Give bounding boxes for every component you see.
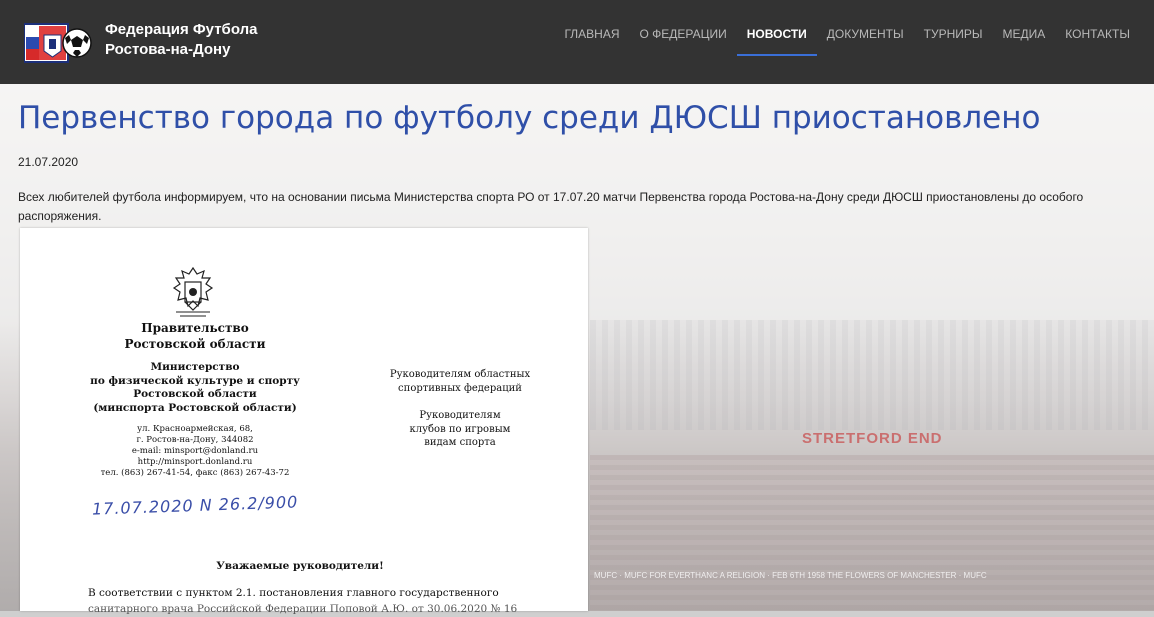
letter-government: Правительство Ростовской области xyxy=(40,320,350,352)
federation-logo-icon[interactable] xyxy=(24,21,92,65)
ministry-line-2: по физической культуре и спорту xyxy=(90,374,300,387)
address-line-1: ул. Красноармейская, 68, xyxy=(137,424,253,434)
letter-recipients: Руководителям областных спортивных федер… xyxy=(340,368,580,450)
letter-address: ул. Красноармейская, 68, г. Ростов-на-До… xyxy=(40,424,350,479)
letter-body-line-2: санитарного врача Российской Федерации П… xyxy=(88,603,518,615)
letter-body-line-1: В соответствии с пунктом 2.1. постановле… xyxy=(88,587,499,599)
ministry-line-3: Ростовской области xyxy=(133,388,257,400)
address-line-3: e-mail: minsport@donland.ru xyxy=(131,446,259,456)
brand-name[interactable]: Федерация Футбола Ростова-на-Дону xyxy=(105,20,257,60)
nav-item-about[interactable]: О ФЕДЕРАЦИИ xyxy=(630,0,737,84)
ministry-line-4: (минспорта Ростовской области) xyxy=(93,401,297,414)
site-header: Федерация Футбола Ростова-на-Дону ГЛАВНА… xyxy=(0,0,1154,84)
brand-line-2: Ростова-на-Дону xyxy=(105,41,231,58)
letter-ministry: Министерство по физической культуре и сп… xyxy=(40,361,350,415)
nav-item-tournaments[interactable]: ТУРНИРЫ xyxy=(914,0,993,84)
stand-sign: STRETFORD END xyxy=(802,430,943,447)
address-line-2: г. Ростов-на-Дону, 344082 xyxy=(136,435,254,445)
gov-line-1: Правительство xyxy=(141,321,249,335)
recipient-2-line-2: клубов по игровым xyxy=(409,423,511,435)
address-line-5: тел. (863) 267-41-54, факс (863) 267-43-… xyxy=(100,468,290,478)
recipient-1-line-1: Руководителям областных xyxy=(389,369,531,380)
nav-item-contacts[interactable]: КОНТАКТЫ xyxy=(1055,0,1140,84)
brand-line-1: Федерация Футбола xyxy=(105,21,258,38)
ministry-line-1: Министерство xyxy=(150,361,240,373)
letter-reference-number: 17.07.2020 N 26.2/900 xyxy=(91,492,299,519)
letter-body: В соответствии с пунктом 2.1. постановле… xyxy=(88,585,578,617)
coat-of-arms-icon xyxy=(172,266,214,317)
article-date: 21.07.2020 xyxy=(18,155,79,169)
recipient-2-line-3: видам спорта xyxy=(424,437,496,448)
letter-image[interactable]: Правительство Ростовской области Министе… xyxy=(20,228,588,615)
letter-greeting: Уважаемые руководители! xyxy=(216,560,384,572)
nav-item-media[interactable]: МЕДИА xyxy=(993,0,1056,84)
address-line-4: http://minsport.donland.ru xyxy=(137,457,253,467)
recipient-2-line-1: Руководителям xyxy=(419,410,501,421)
main-nav: ГЛАВНАЯ О ФЕДЕРАЦИИ НОВОСТИ ДОКУМЕНТЫ ТУ… xyxy=(554,0,1140,84)
nav-item-home[interactable]: ГЛАВНАЯ xyxy=(554,0,629,84)
nav-item-documents[interactable]: ДОКУМЕНТЫ xyxy=(817,0,914,84)
article-title: Первенство города по футболу среди ДЮСШ … xyxy=(18,100,1041,136)
gov-line-2: Ростовской области xyxy=(124,337,266,351)
stand-banner: MUFC · MUFC FOR EVERTHANC A RELIGION · F… xyxy=(594,571,987,580)
nav-item-news[interactable]: НОВОСТИ xyxy=(736,0,817,84)
recipient-1-line-2: спортивных федераций xyxy=(398,382,522,394)
article-lead: Всех любителей футбола информируем, что … xyxy=(18,190,1084,223)
